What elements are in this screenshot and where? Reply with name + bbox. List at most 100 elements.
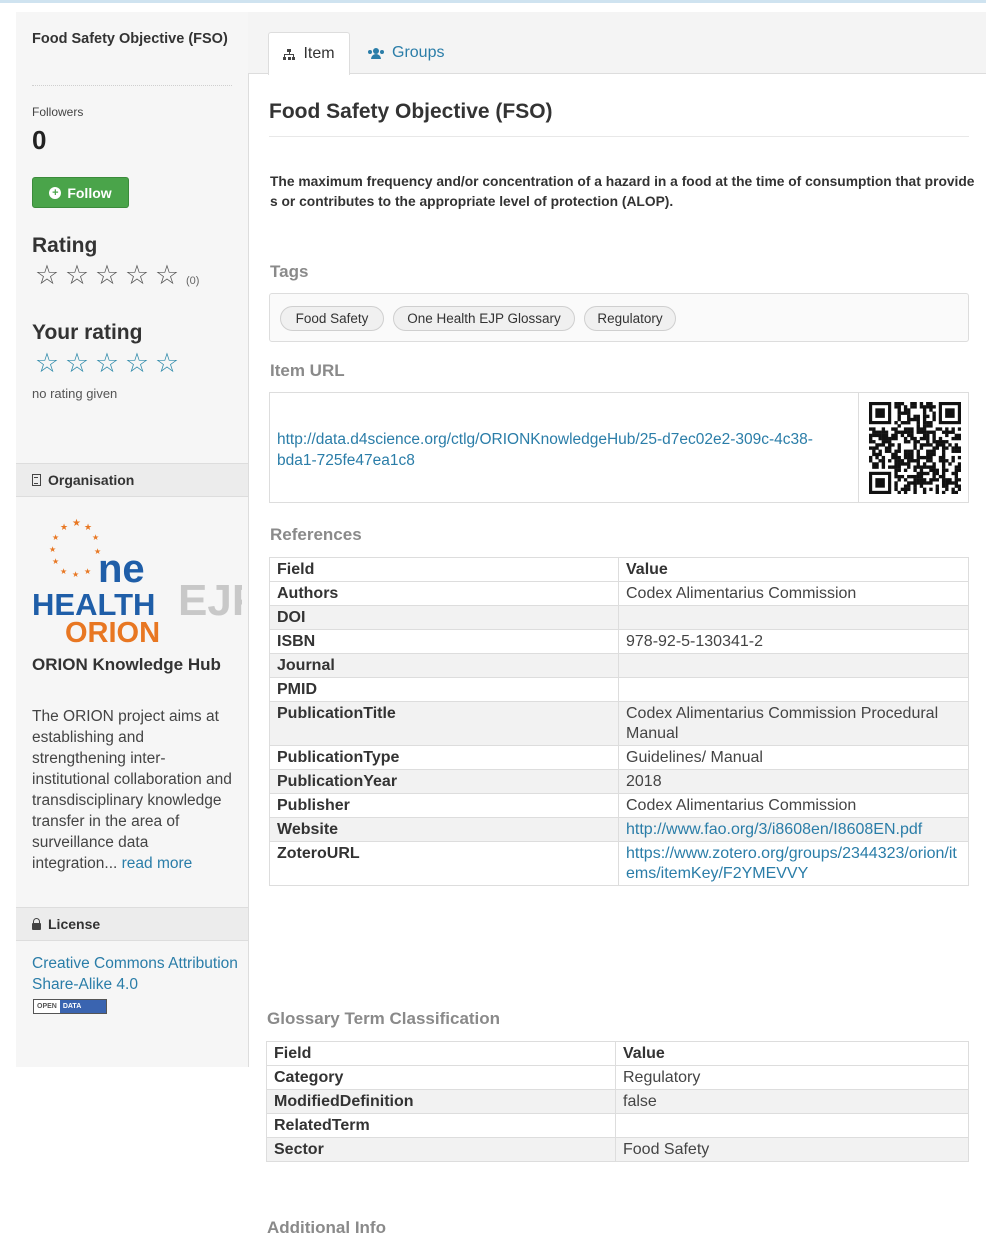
- item-url-link[interactable]: http://data.d4science.org/ctlg/ORIONKnow…: [277, 429, 837, 471]
- table-row: Website http://www.fao.org/3/i8608en/I860…: [269, 817, 969, 842]
- item-url-heading: Item URL: [270, 361, 345, 380]
- table-header-row: Field Value: [266, 1041, 969, 1066]
- field-name: ISBN: [269, 629, 619, 654]
- star-icon[interactable]: ☆: [34, 348, 64, 378]
- references-heading: References: [270, 525, 362, 544]
- field-value: [618, 653, 969, 678]
- divider: [269, 136, 969, 137]
- open-data-badge[interactable]: OPEN DATA: [33, 999, 108, 1014]
- org-description: The ORION project aims at establishing a…: [32, 706, 237, 874]
- field-name: Category: [266, 1065, 616, 1090]
- table-row: Sector Food Safety: [266, 1137, 969, 1162]
- field-value: 978-92-5-130341-2: [618, 629, 969, 654]
- table-header-row: Field Value: [269, 557, 969, 582]
- logo-text-ne: ne: [98, 547, 145, 591]
- table-row: Journal: [269, 653, 969, 678]
- item-description: The maximum frequency and/or concentrati…: [270, 174, 975, 209]
- star-icon: ☆: [124, 260, 154, 290]
- field-name: PublicationTitle: [269, 701, 619, 746]
- organisation-heading: Organisation: [48, 472, 135, 488]
- table-row: ModifiedDefinition false: [266, 1089, 969, 1114]
- svg-text:★: ★: [72, 570, 79, 579]
- field-name: Publisher: [269, 793, 619, 818]
- field-name: Journal: [269, 653, 619, 678]
- table-row: PublicationType Guidelines/ Manual: [269, 745, 969, 770]
- item-title: Food Safety Objective (FSO): [269, 100, 553, 123]
- sitemap-icon: [283, 48, 296, 60]
- field-value: Codex Alimentarius Commission: [618, 581, 969, 606]
- org-name[interactable]: ORION Knowledge Hub: [32, 653, 237, 677]
- org-description-text: The ORION project aims at establishing a…: [32, 708, 232, 872]
- qr-code-cell: [858, 393, 970, 502]
- table-row: PublicationTitle Codex Alimentarius Commi…: [269, 701, 969, 746]
- tab-item-label: Item: [303, 45, 335, 62]
- tab-item[interactable]: Item: [268, 32, 350, 75]
- sidebar-title: Food Safety Objective (FSO): [32, 31, 228, 47]
- star-icon[interactable]: ☆: [124, 348, 154, 378]
- follow-button[interactable]: + Follow: [32, 177, 129, 208]
- qr-code-icon[interactable]: [869, 402, 961, 494]
- plus-circle-icon: +: [49, 186, 62, 199]
- tag-one-health-ejp-glossary[interactable]: One Health EJP Glossary: [393, 306, 575, 331]
- field-name: PublicationType: [269, 745, 619, 770]
- table-row: DOI: [269, 605, 969, 630]
- star-icon: ☆: [154, 260, 184, 290]
- read-more-link[interactable]: read more: [122, 855, 193, 872]
- star-icon[interactable]: ☆: [94, 348, 124, 378]
- star-icon: ☆: [64, 260, 94, 290]
- table-row: RelatedTerm: [266, 1113, 969, 1138]
- rating-count: (0): [186, 275, 200, 287]
- users-icon: [368, 47, 384, 59]
- table-header-value: Value: [618, 557, 969, 582]
- star-icon[interactable]: ☆: [64, 348, 94, 378]
- star-icon: ☆: [34, 260, 64, 290]
- rating-heading: Rating: [32, 234, 98, 257]
- rating-stars: ☆☆☆☆☆ (0): [34, 260, 200, 296]
- sidebar: Food Safety Objective (FSO) Followers 0 …: [16, 12, 249, 1067]
- tag-food-safety[interactable]: Food Safety: [280, 306, 384, 331]
- table-row: ZoteroURL https://www.zotero.org/groups/2…: [269, 841, 969, 886]
- tag-list: Food Safety One Health EJP Glossary Regu…: [269, 293, 969, 342]
- field-name: PublicationYear: [269, 769, 619, 794]
- table-row: PublicationYear 2018: [269, 769, 969, 794]
- field-name: Website: [269, 817, 619, 842]
- divider: [32, 85, 232, 86]
- svg-text:★: ★: [52, 533, 59, 542]
- svg-text:★: ★: [60, 523, 68, 533]
- lock-icon: [32, 917, 41, 930]
- table-row: Publisher Codex Alimentarius Commission: [269, 793, 969, 818]
- followers-count: 0: [32, 125, 47, 155]
- follow-button-label: Follow: [67, 184, 112, 201]
- table-row: Authors Codex Alimentarius Commission: [269, 581, 969, 606]
- field-value: https://www.zotero.org/groups/2344323/or…: [618, 841, 969, 886]
- organisation-section-header: Organisation: [16, 463, 248, 497]
- open-data-badge-left: OPEN: [34, 1000, 60, 1013]
- field-value: Food Safety: [615, 1137, 969, 1162]
- svg-text:★: ★: [49, 545, 56, 554]
- table-row: Category Regulatory: [266, 1065, 969, 1090]
- field-value: Regulatory: [615, 1065, 969, 1090]
- star-icon[interactable]: ☆: [154, 348, 184, 378]
- license-link[interactable]: Creative Commons Attribution Share-Alike…: [32, 953, 242, 995]
- item-url-box: http://data.d4science.org/ctlg/ORIONKnow…: [269, 392, 969, 503]
- tab-bar: Item Groups: [248, 12, 986, 75]
- svg-text:★: ★: [92, 533, 99, 542]
- field-name: RelatedTerm: [266, 1113, 616, 1138]
- references-table: Field Value Authors Codex Alimentarius Co…: [269, 557, 969, 886]
- field-value: http://www.fao.org/3/i8608en/I8608EN.pdf: [618, 817, 969, 842]
- field-value: Guidelines/ Manual: [618, 745, 969, 770]
- your-rating-stars: ☆☆☆☆☆: [34, 348, 184, 378]
- logo-text-ejp: EJP: [178, 576, 242, 625]
- followers-label: Followers: [32, 105, 84, 119]
- no-rating-text: no rating given: [32, 386, 118, 401]
- tag-regulatory[interactable]: Regulatory: [584, 306, 676, 331]
- org-logo[interactable]: ★ ★ ★ ★ ★ ★ ★ ★ ★ ★ ★ ne HEALTH EJP ORIO…: [32, 514, 242, 646]
- tab-groups[interactable]: Groups: [368, 32, 444, 74]
- tags-heading: Tags: [270, 262, 309, 281]
- svg-text:★: ★: [52, 557, 59, 566]
- field-value-link[interactable]: https://www.zotero.org/groups/2344323/or…: [626, 845, 957, 882]
- glossary-table: Field Value Category Regulatory ModifiedDe…: [266, 1041, 969, 1162]
- svg-text:★: ★: [60, 567, 67, 576]
- field-value-link[interactable]: http://www.fao.org/3/i8608en/I8608EN.pdf: [626, 821, 922, 838]
- table-header-field: Field: [266, 1041, 616, 1066]
